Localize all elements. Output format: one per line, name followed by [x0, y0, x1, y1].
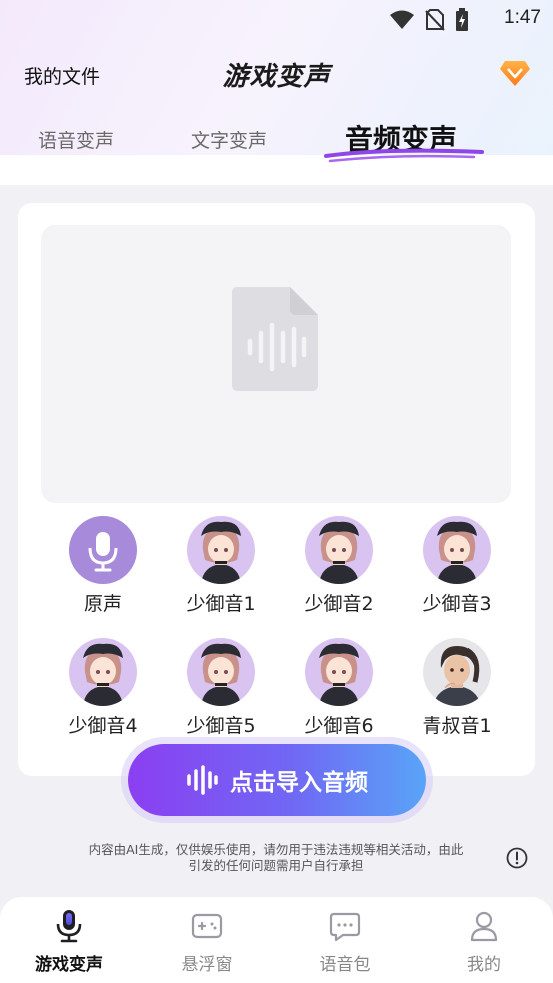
voice-label: 少御音4	[68, 715, 138, 737]
sound-wave-icon	[187, 765, 218, 795]
nav-label: 游戏变声	[35, 955, 103, 975]
no-sim-icon	[425, 9, 445, 31]
voice-option-shaoyu-1[interactable]: 少御音1	[166, 516, 276, 616]
voice-label: 少御音3	[422, 593, 492, 615]
status-time: 1:47	[504, 7, 541, 28]
voice-option-qingshu-1[interactable]: 青叔音1	[402, 638, 512, 738]
tab-text-change[interactable]: 文字变声	[191, 126, 267, 153]
avatar	[69, 516, 137, 584]
wifi-icon	[390, 10, 414, 29]
nav-item-voice-pack[interactable]: 语音包	[295, 909, 395, 975]
microphone-icon	[88, 532, 118, 572]
info-icon[interactable]	[506, 847, 528, 869]
status-icons	[389, 8, 469, 32]
nav-label: 悬浮窗	[181, 955, 233, 975]
disclaimer-text: 内容由AI生成，仅供娱乐使用，请勿用于违法违规等相关活动，由此 引发的任何问题需…	[62, 842, 490, 874]
voice-label: 少御音1	[186, 593, 256, 615]
nav-item-floating-window[interactable]: 悬浮窗	[157, 909, 257, 975]
disclaimer-line-2: 引发的任何问题需用户自行承担	[188, 858, 364, 873]
voice-option-shaoyu-4[interactable]: 少御音4	[48, 638, 158, 738]
voice-label: 少御音5	[186, 715, 256, 737]
battery-charging-icon	[456, 8, 468, 31]
voice-label: 青叔音1	[422, 715, 492, 737]
chat-bubble-icon	[329, 912, 361, 942]
audio-change-card: 原声 少御音1 少御音2 少御音3 少御音4 少御音5 少御音6 青叔音1	[18, 203, 535, 776]
audio-preview-area[interactable]	[41, 225, 511, 503]
gamepad-icon	[191, 913, 223, 939]
anime-girl-avatar	[187, 638, 255, 706]
anime-girl-avatar	[305, 638, 373, 706]
vip-diamond-icon[interactable]	[499, 58, 531, 88]
voice-option-shaoyu-2[interactable]: 少御音2	[284, 516, 394, 616]
anime-girl-avatar	[69, 638, 137, 706]
app-header: 我的文件 游戏变声	[0, 52, 553, 96]
status-bar: 1:47	[0, 0, 553, 38]
voice-label: 原声	[83, 593, 122, 615]
anime-girl-avatar	[187, 516, 255, 584]
voice-option-original[interactable]: 原声	[48, 516, 158, 616]
voice-option-shaoyu-6[interactable]: 少御音6	[284, 638, 394, 738]
voice-option-shaoyu-3[interactable]: 少御音3	[402, 516, 512, 616]
page-title: 游戏变声	[222, 62, 331, 92]
nav-item-mine[interactable]: 我的	[434, 909, 534, 975]
import-audio-label: 点击导入音频	[230, 770, 368, 796]
person-icon	[470, 911, 498, 942]
microphone-icon	[56, 910, 82, 943]
bottom-navigation: 游戏变声 悬浮窗 语音包 我的	[0, 897, 553, 983]
anime-girl-avatar	[305, 516, 373, 584]
voice-option-shaoyu-5[interactable]: 少御音5	[166, 638, 276, 738]
nav-item-game-voice[interactable]: 游戏变声	[19, 909, 119, 975]
tab-voice-change[interactable]: 语音变声	[38, 126, 114, 153]
anime-girl-avatar	[423, 516, 491, 584]
nav-label: 我的	[467, 955, 501, 975]
audio-file-icon	[232, 287, 318, 391]
voice-label: 少御音6	[304, 715, 374, 737]
nav-label: 语音包	[319, 955, 371, 975]
import-audio-button[interactable]: 点击导入音频	[128, 744, 426, 816]
active-tab-underline	[324, 148, 484, 163]
disclaimer-line-1: 内容由AI生成，仅供娱乐使用，请勿用于违法违规等相关活动，由此	[88, 842, 464, 857]
anime-man-avatar	[423, 638, 491, 706]
voice-label: 少御音2	[304, 593, 374, 615]
